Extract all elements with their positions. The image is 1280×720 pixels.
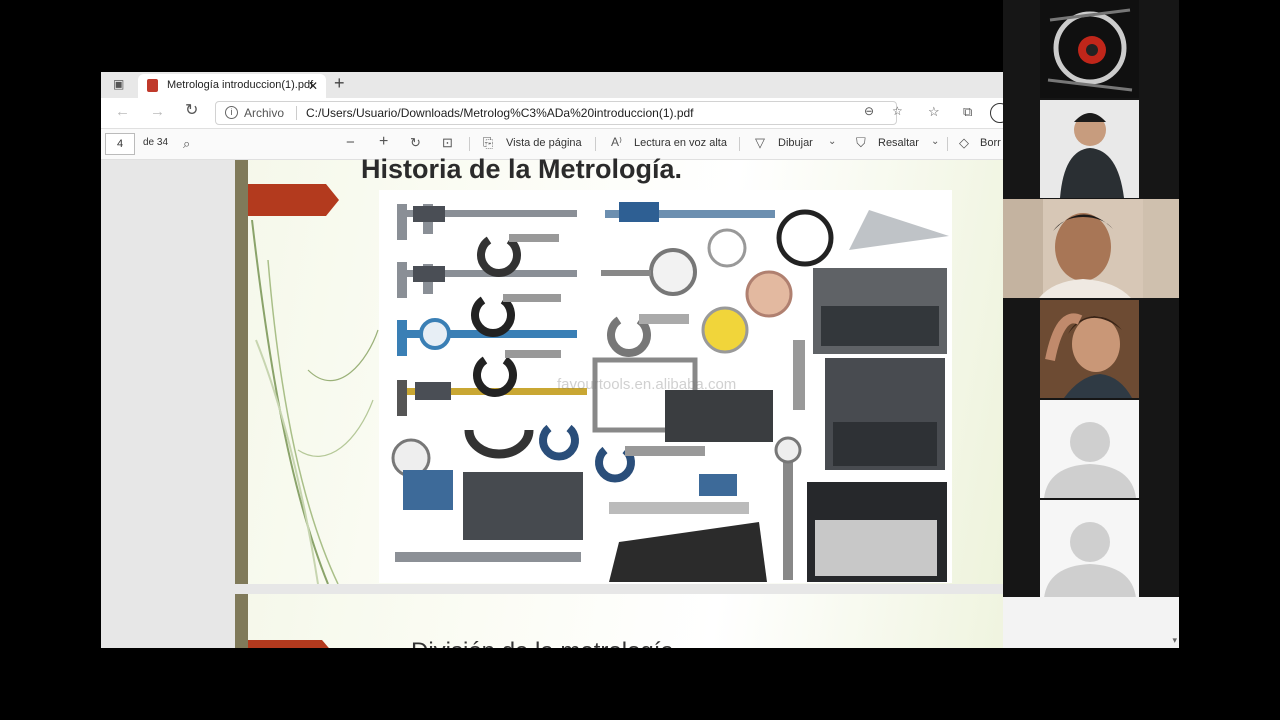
collections-icon[interactable]: ⧉ [963, 105, 972, 118]
participant-avatar[interactable] [1040, 400, 1139, 498]
eraser-icon[interactable]: ◇ [959, 136, 969, 149]
highlight-button[interactable]: Resaltar [878, 137, 919, 149]
separator [739, 137, 740, 151]
tab-actions-icon[interactable]: ▣ [113, 78, 124, 90]
zoom-in-icon[interactable]: + [379, 134, 388, 150]
profile-icon[interactable] [990, 103, 1003, 123]
browser-window: ▣ Metrología introduccion(1).pdf ✕ + ← →… [101, 72, 1003, 648]
address-label: Archivo [244, 106, 285, 120]
participants-panel [1003, 0, 1179, 598]
rotate-icon[interactable]: ↻ [410, 136, 421, 149]
user-avatar-icon [1044, 422, 1136, 498]
user-avatar-icon [1044, 522, 1136, 598]
new-tab-button[interactable]: + [334, 73, 345, 94]
draw-icon[interactable]: ▽ [755, 136, 765, 149]
page-number-input[interactable]: 4 [105, 133, 135, 155]
zoom-icon[interactable]: ⊖ [864, 105, 874, 117]
next-slide-page: División de la metrología [235, 594, 1003, 648]
url-text: C:/Users/Usuario/Downloads/Metrolog%C3%A… [306, 106, 694, 120]
separator [296, 106, 297, 120]
info-icon[interactable]: i [225, 106, 238, 119]
refresh-icon[interactable]: ↻ [185, 103, 198, 119]
tab-title: Metrología introduccion(1).pdf [167, 79, 314, 91]
slide-arrow-banner [248, 184, 339, 216]
address-bar: ← → ↻ i Archivo C:/Users/Usuario/Downloa… [101, 98, 1003, 129]
draw-button[interactable]: Dibujar [778, 137, 813, 149]
participant-video[interactable] [1040, 0, 1139, 98]
slide-page: Historia de la Metrología. favourtools.e… [235, 154, 1003, 584]
page-view-button[interactable]: Vista de página [506, 137, 582, 149]
favorite-add-icon[interactable]: ☆ [892, 105, 903, 117]
decorative-grass [251, 220, 379, 584]
next-slide-title: División de la metrología [411, 638, 674, 648]
person-thumbnail [1003, 199, 1179, 298]
pdf-icon [147, 79, 158, 92]
separator [947, 137, 948, 151]
read-aloud-button[interactable]: Lectura en voz alta [634, 137, 727, 149]
participant-video[interactable] [1040, 100, 1139, 198]
close-icon[interactable]: ✕ [308, 79, 318, 93]
zoom-out-icon[interactable]: − [346, 135, 355, 150]
search-icon[interactable]: ⌕ [183, 137, 190, 150]
read-aloud-icon[interactable]: A⁾ [611, 136, 622, 148]
fit-page-icon[interactable]: ⊡ [442, 136, 453, 149]
slide-title: Historia de la Metrología. [361, 154, 683, 184]
slide-side-bar [235, 160, 248, 584]
favorites-icon[interactable]: ☆ [928, 105, 940, 118]
person-thumbnail [1040, 300, 1139, 398]
highlight-icon[interactable]: ⛉ [856, 136, 866, 149]
scroll-down-icon[interactable]: ▾ [1172, 635, 1177, 646]
slide-arrow-banner [248, 640, 329, 648]
chevron-down-icon[interactable]: ⌄ [828, 137, 836, 147]
back-icon[interactable]: ← [115, 104, 130, 119]
viewer-scroll-area: ▾ [1003, 597, 1179, 648]
chevron-down-icon[interactable]: ⌄ [931, 137, 939, 147]
page-total: de 34 [143, 137, 169, 148]
forward-icon[interactable]: → [150, 104, 165, 119]
page-view-icon[interactable]: ⎘ [483, 136, 493, 149]
participant-video-active[interactable] [1003, 199, 1179, 298]
motorcycle-thumbnail [1047, 8, 1133, 92]
separator [469, 137, 470, 151]
url-field[interactable]: i Archivo C:/Users/Usuario/Downloads/Met… [215, 101, 903, 125]
tab-pdf[interactable]: Metrología introduccion(1).pdf ✕ [138, 74, 326, 98]
tab-bar: ▣ Metrología introduccion(1).pdf ✕ + [101, 72, 1003, 98]
slide-side-bar [235, 594, 248, 648]
participant-video[interactable] [1040, 300, 1139, 398]
separator [595, 137, 596, 151]
image-watermark: favourtools.en.alibaba.com [557, 376, 737, 393]
erase-button[interactable]: Borr [980, 137, 1001, 149]
participant-avatar[interactable] [1040, 500, 1139, 598]
pdf-viewer[interactable]: Historia de la Metrología. favourtools.e… [101, 154, 1003, 648]
tools-image: favourtools.en.alibaba.com [379, 190, 952, 583]
person-thumbnail [1060, 113, 1124, 198]
